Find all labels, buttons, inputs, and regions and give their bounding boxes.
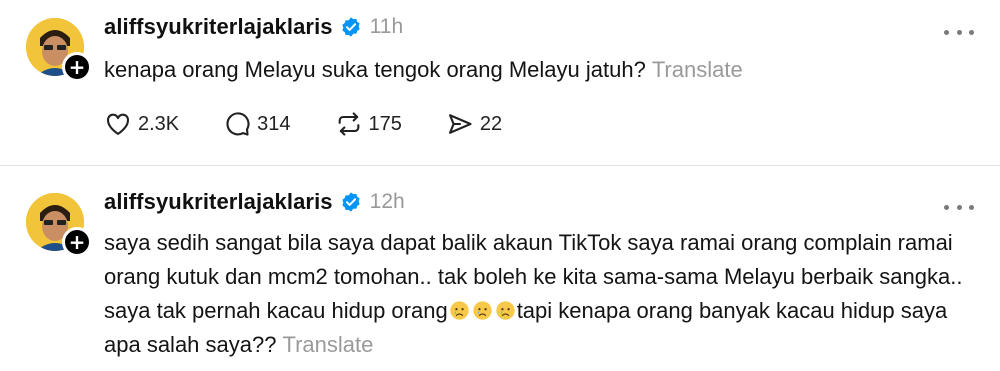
post-timestamp: 11h [369,15,404,38]
post-timestamp: 12h [369,190,405,213]
like-button[interactable]: 2.3K [104,110,179,138]
reply-count: 314 [257,112,291,135]
post-text: kenapa orang Melayu suka tengok orang Me… [104,53,974,87]
share-count: 22 [479,112,503,135]
verified-badge-icon [342,192,360,212]
post-body: kenapa orang Melayu suka tengok orang Me… [104,57,646,82]
crying-face-emoji-icon [496,301,515,320]
like-count: 2.3K [138,112,180,135]
post-divider [0,165,1000,166]
crying-face-emoji-icon [473,301,492,320]
crying-face-emoji-icon [450,301,469,320]
follow-plus-icon[interactable]: + [62,52,92,82]
share-button[interactable]: 22 [446,110,502,138]
post-header: aliffsyukriterlajaklaris 12h [104,189,405,215]
repost-icon [338,112,359,136]
repost-button[interactable]: 175 [335,110,402,138]
more-options-icon[interactable] [944,197,974,217]
thread-post: + aliffsyukriterlajaklaris 11h kenapa or… [0,0,1000,166]
thread-post: + aliffsyukriterlajaklaris 12h saya sedi… [0,167,1000,371]
translate-link[interactable]: Translate [282,332,373,357]
follow-plus-icon[interactable]: + [62,227,92,257]
comment-icon [226,112,250,136]
more-options-icon[interactable] [944,22,974,42]
username[interactable]: aliffsyukriterlajaklaris [104,14,333,40]
repost-count: 175 [368,112,402,135]
send-icon [448,114,472,134]
translate-link[interactable]: Translate [652,57,743,82]
reply-button[interactable]: 314 [223,110,291,138]
username[interactable]: aliffsyukriterlajaklaris [104,189,333,215]
verified-badge-icon [342,17,360,37]
post-actions: 2.3K 314 175 22 [104,110,546,138]
heart-icon [107,113,129,135]
post-text: saya sedih sangat bila saya dapat balik … [104,226,974,362]
post-header: aliffsyukriterlajaklaris 11h [104,14,403,40]
